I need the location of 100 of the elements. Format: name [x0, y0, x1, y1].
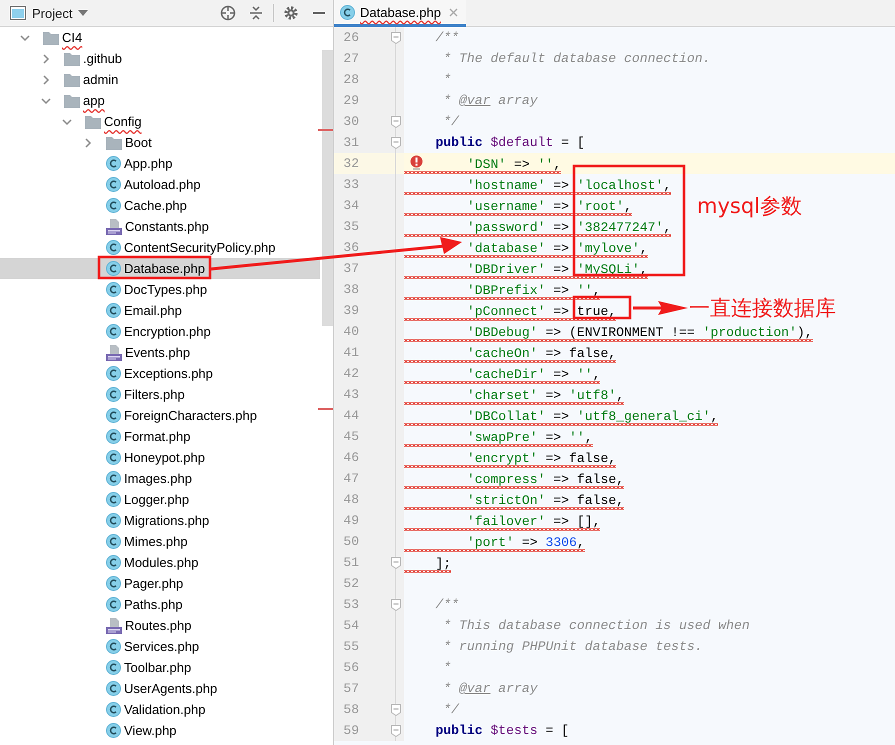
tree-item[interactable]: Cache.php [0, 195, 320, 216]
tree-item[interactable]: Paths.php [0, 594, 320, 615]
class-icon [106, 387, 121, 402]
code-line: 'port' => 3306, [466, 534, 585, 550]
fold-marker-icon[interactable] [391, 704, 401, 716]
highlight-box [572, 296, 632, 320]
php-file-icon [106, 218, 122, 234]
line-number: 58 [342, 702, 359, 717]
tree-item[interactable]: Events.php [0, 342, 320, 363]
close-icon[interactable] [448, 8, 458, 16]
class-icon [106, 408, 121, 423]
collapse-icon[interactable] [248, 5, 264, 21]
line-number: 46 [342, 450, 359, 465]
class-icon [106, 303, 121, 318]
tree-item[interactable]: .github [0, 48, 320, 69]
tree-item[interactable]: CI4 [0, 27, 320, 48]
chevron-right-icon[interactable] [41, 54, 51, 64]
panel-title[interactable]: Project [32, 6, 72, 20]
tree-item[interactable]: Logger.php [0, 489, 320, 510]
line-number: 40 [342, 324, 359, 339]
line-number: 28 [342, 72, 359, 87]
class-icon [106, 681, 121, 696]
line-number: 43 [342, 387, 359, 402]
folder-icon [85, 114, 101, 128]
tree-item[interactable]: Modules.php [0, 552, 320, 573]
class-icon [106, 723, 121, 738]
code-line: 'DBPrefix' => '', [466, 282, 600, 298]
tree-item[interactable]: app [0, 90, 320, 111]
editor-tab[interactable]: Database.php [334, 0, 466, 27]
php-file-icon [106, 344, 122, 360]
class-icon [106, 324, 121, 339]
code-line: 'DBCollat' => 'utf8_general_ci', [466, 408, 718, 424]
code-line: * [443, 72, 452, 87]
fold-marker-icon[interactable] [391, 136, 401, 148]
tree-item[interactable]: Routes.php [0, 615, 320, 636]
code-line: */ [443, 114, 460, 129]
class-icon [340, 4, 355, 20]
tree-item[interactable]: Constants.php [0, 216, 320, 237]
chevron-right-icon[interactable] [41, 74, 51, 84]
tree-item[interactable]: Email.php [0, 300, 320, 321]
tree-item[interactable]: ForeignCharacters.php [0, 405, 320, 426]
line-number: 42 [342, 366, 359, 381]
tree-item[interactable]: ContentSecurityPolicy.php [0, 237, 320, 258]
tree-item[interactable]: admin [0, 69, 320, 90]
tree-item[interactable]: Boot [0, 132, 320, 153]
folder-icon [64, 94, 80, 108]
tree-item[interactable]: Services.php [0, 636, 320, 657]
tree-item[interactable]: Honeypot.php [0, 447, 320, 468]
tree-item[interactable]: Validation.php [0, 699, 320, 720]
tree-item[interactable]: Format.php [0, 426, 320, 447]
class-icon [106, 702, 121, 717]
line-number: 39 [342, 303, 359, 318]
tree-item[interactable]: Pager.php [0, 573, 320, 594]
tree-item[interactable]: Autoload.php [0, 174, 320, 195]
chevron-down-icon[interactable] [62, 116, 72, 126]
line-number: 38 [342, 282, 359, 297]
tree-item[interactable]: Config [0, 111, 320, 132]
line-number: 47 [342, 471, 359, 486]
tree-item[interactable]: DocTypes.php [0, 279, 320, 300]
tree-item[interactable]: Toolbar.php [0, 657, 320, 678]
line-number: 34 [342, 198, 359, 213]
code-line: * This database connection is used when [443, 618, 750, 633]
fold-marker-icon[interactable] [391, 724, 401, 736]
caret-icon[interactable] [78, 10, 88, 16]
tree-item[interactable]: App.php [0, 153, 320, 174]
line-number: 26 [342, 30, 359, 45]
fold-marker-icon[interactable] [391, 32, 401, 44]
code-line: 'swapPre' => '', [466, 430, 593, 444]
fold-marker-icon[interactable] [391, 556, 401, 568]
tree-item[interactable]: Exceptions.php [0, 363, 320, 384]
tree-item[interactable]: UserAgents.php [0, 678, 320, 699]
tree-item[interactable]: Encryption.php [0, 321, 320, 342]
code-line: * running PHPUnit database tests. [443, 639, 703, 654]
tree-item[interactable]: View.php [0, 720, 320, 741]
line-number: 37 [342, 261, 359, 276]
code-line: public $default = [ [435, 135, 585, 150]
tree-item[interactable]: Images.php [0, 468, 320, 489]
code-line: 'charset' => 'utf8', [466, 388, 624, 402]
error-icon[interactable] [410, 155, 423, 170]
target-icon[interactable] [220, 5, 236, 21]
class-icon [106, 639, 121, 654]
fold-marker-icon[interactable] [391, 598, 401, 610]
class-icon [106, 429, 121, 444]
class-icon [106, 282, 121, 297]
tree-item[interactable]: Filters.php [0, 384, 320, 405]
chevron-down-icon[interactable] [20, 32, 30, 42]
line-number: 33 [342, 177, 359, 192]
chevron-down-icon[interactable] [41, 96, 51, 106]
scrollbar-thumb[interactable] [322, 50, 333, 326]
class-icon [106, 366, 121, 381]
fold-marker-icon[interactable] [391, 116, 401, 128]
class-icon [106, 513, 121, 528]
settings-icon[interactable] [283, 5, 299, 21]
tree-item[interactable]: Mimes.php [0, 531, 320, 552]
code-line: 'failover' => [], [466, 514, 600, 528]
chevron-right-icon[interactable] [83, 138, 93, 148]
class-icon [106, 198, 121, 213]
php-file-icon [106, 618, 122, 634]
folder-icon [106, 136, 122, 150]
tree-item[interactable]: Migrations.php [0, 510, 320, 531]
